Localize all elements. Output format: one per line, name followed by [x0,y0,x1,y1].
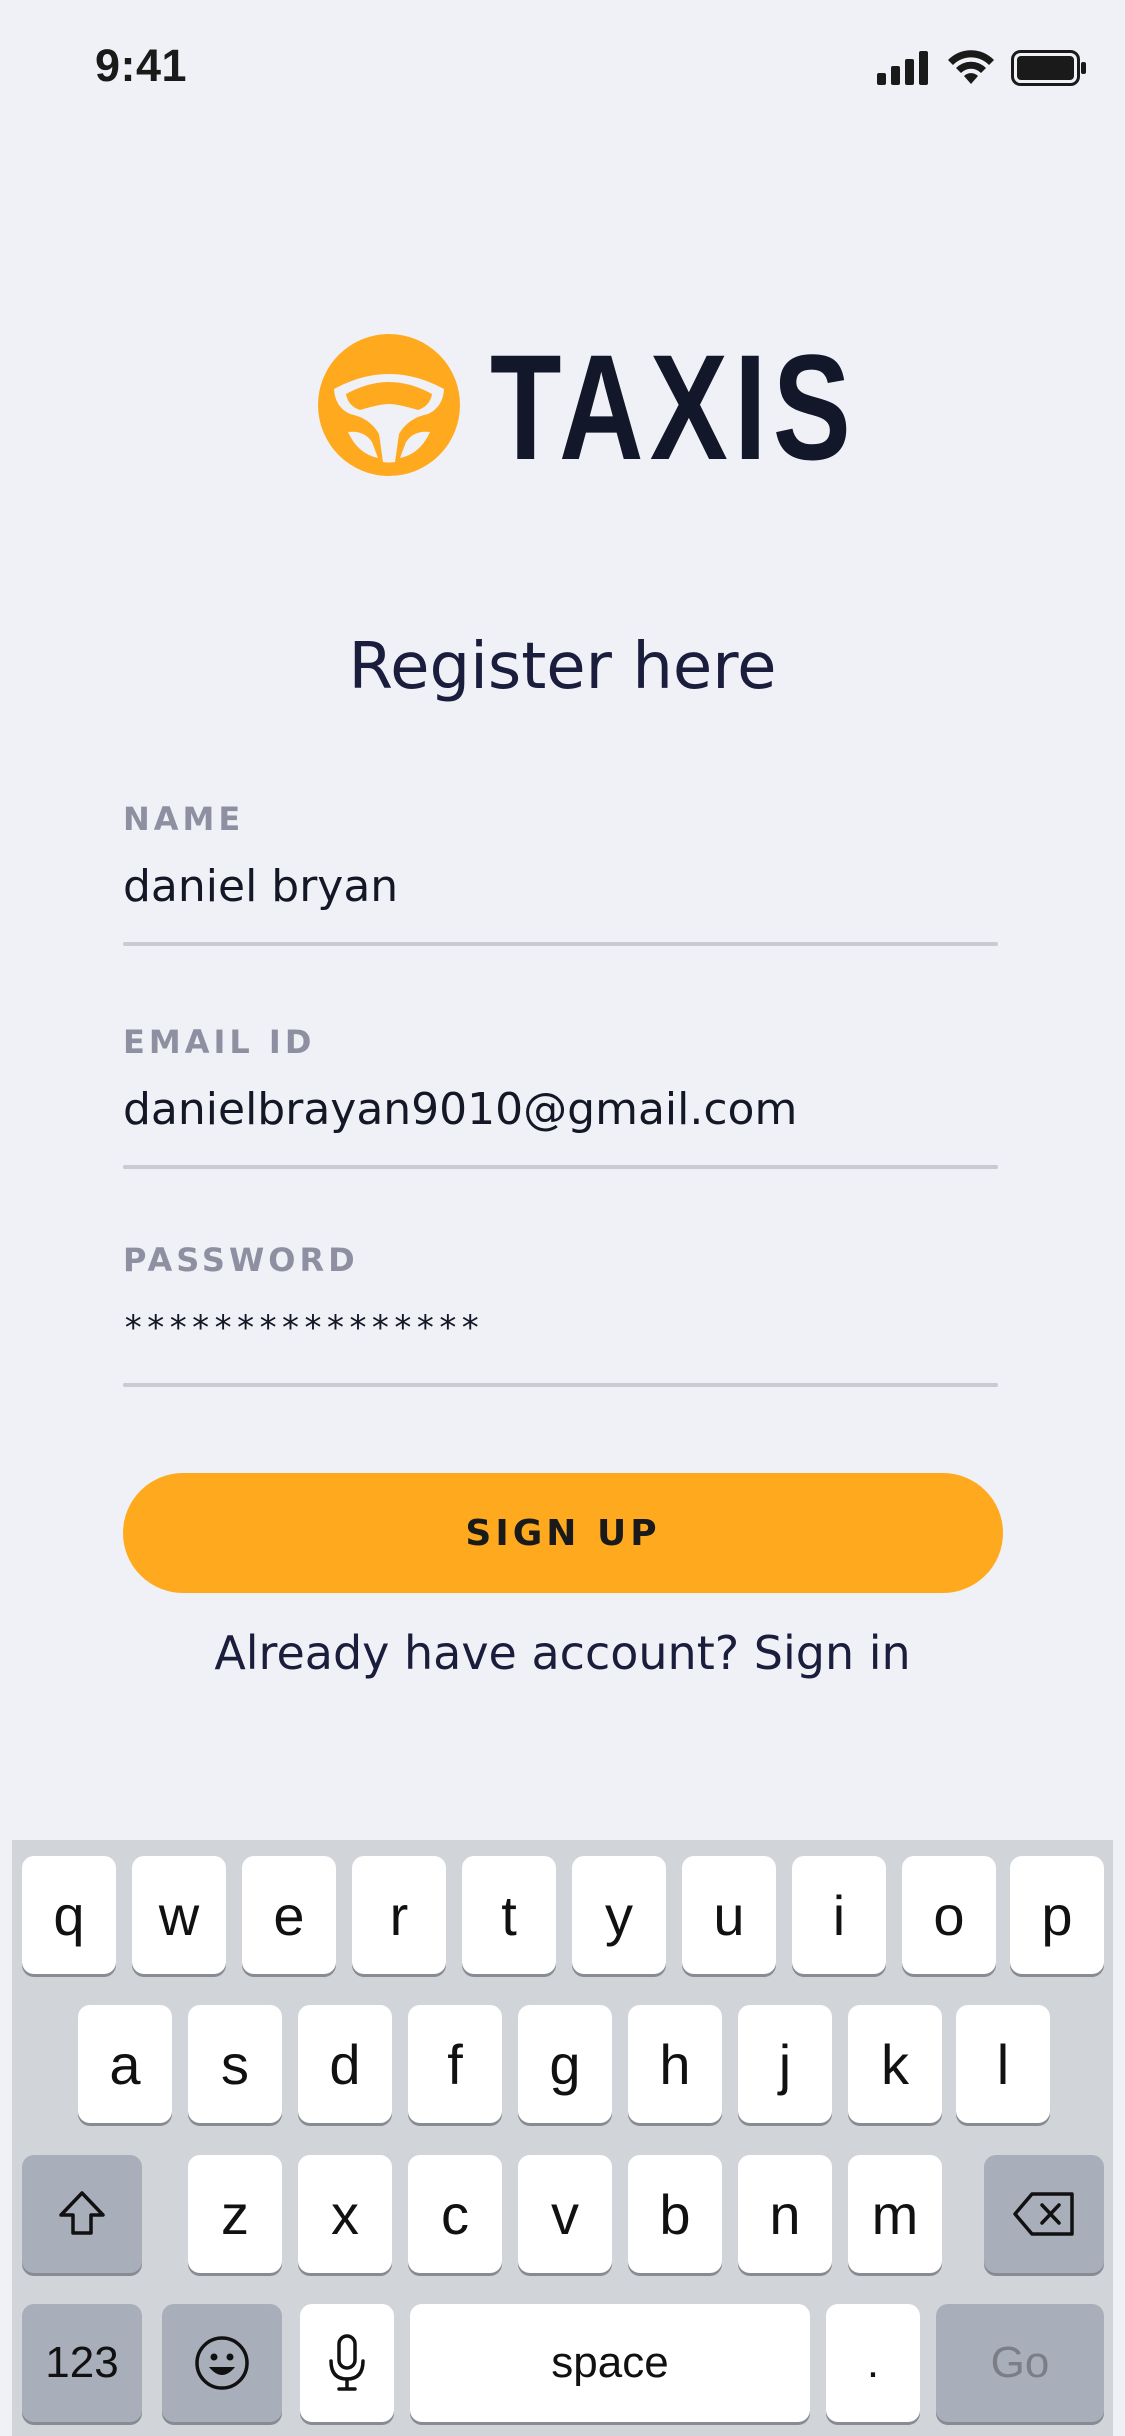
key-v[interactable]: v [518,2155,612,2273]
backspace-icon [1013,2192,1074,2236]
password-field[interactable]: PASSWORD **************** [123,1241,998,1387]
signin-link[interactable]: Already have account? Sign in [0,1626,1125,1680]
keyboard: q w e r t y u i o p a s d f g h j k l z … [12,1840,1113,2436]
key-l[interactable]: l [956,2005,1050,2123]
key-i[interactable]: i [792,1856,886,1974]
key-o[interactable]: o [902,1856,996,1974]
brand-name: TAXIS [490,323,858,491]
wifi-icon [948,50,994,84]
key-j[interactable]: j [738,2005,832,2123]
status-bar: 9:41 [0,0,1125,132]
password-input[interactable]: **************** [123,1297,998,1359]
key-t[interactable]: t [462,1856,556,1974]
key-p[interactable]: p [1010,1856,1104,1974]
key-d[interactable]: d [298,2005,392,2123]
password-label: PASSWORD [123,1241,359,1279]
emoji-key[interactable] [162,2304,282,2422]
email-input[interactable]: danielbrayan9010@gmail.com [123,1079,998,1141]
shift-icon [59,2191,105,2235]
key-n[interactable]: n [738,2155,832,2273]
key-u[interactable]: u [682,1856,776,1974]
key-q[interactable]: q [22,1856,116,1974]
key-c[interactable]: c [408,2155,502,2273]
key-x[interactable]: x [298,2155,392,2273]
status-time: 9:41 [95,40,188,91]
emoji-icon [195,2336,249,2390]
brand-logo: TAXIS [318,328,961,482]
backspace-key[interactable] [984,2155,1104,2273]
go-key[interactable]: Go [936,2304,1104,2422]
key-s[interactable]: s [188,2005,282,2123]
key-w[interactable]: w [132,1856,226,1974]
name-input[interactable]: daniel bryan [123,856,998,918]
name-underline [123,942,998,946]
battery-icon [1011,50,1086,86]
key-r[interactable]: r [352,1856,446,1974]
password-underline [123,1383,998,1387]
key-g[interactable]: g [518,2005,612,2123]
key-z[interactable]: z [188,2155,282,2273]
signup-button[interactable]: SIGN UP [123,1473,1003,1593]
key-a[interactable]: a [78,2005,172,2123]
status-icons [877,48,1087,88]
shift-key[interactable] [22,2155,142,2273]
microphone-icon [329,2334,365,2391]
email-underline [123,1165,998,1169]
key-b[interactable]: b [628,2155,722,2273]
steering-wheel-icon [318,334,460,476]
email-field[interactable]: EMAIL ID danielbrayan9010@gmail.com [123,1023,998,1169]
cellular-signal-icon [877,51,928,85]
period-key[interactable]: . [826,2304,920,2422]
name-label: NAME [123,800,245,838]
dictation-key[interactable] [300,2304,394,2422]
space-key[interactable]: space [410,2304,810,2422]
numbers-key[interactable]: 123 [22,2304,142,2422]
email-label: EMAIL ID [123,1023,316,1061]
key-y[interactable]: y [572,1856,666,1974]
key-f[interactable]: f [408,2005,502,2123]
key-m[interactable]: m [848,2155,942,2273]
page-title: Register here [348,630,777,704]
key-k[interactable]: k [848,2005,942,2123]
key-h[interactable]: h [628,2005,722,2123]
key-e[interactable]: e [242,1856,336,1974]
name-field[interactable]: NAME daniel bryan [123,800,998,946]
